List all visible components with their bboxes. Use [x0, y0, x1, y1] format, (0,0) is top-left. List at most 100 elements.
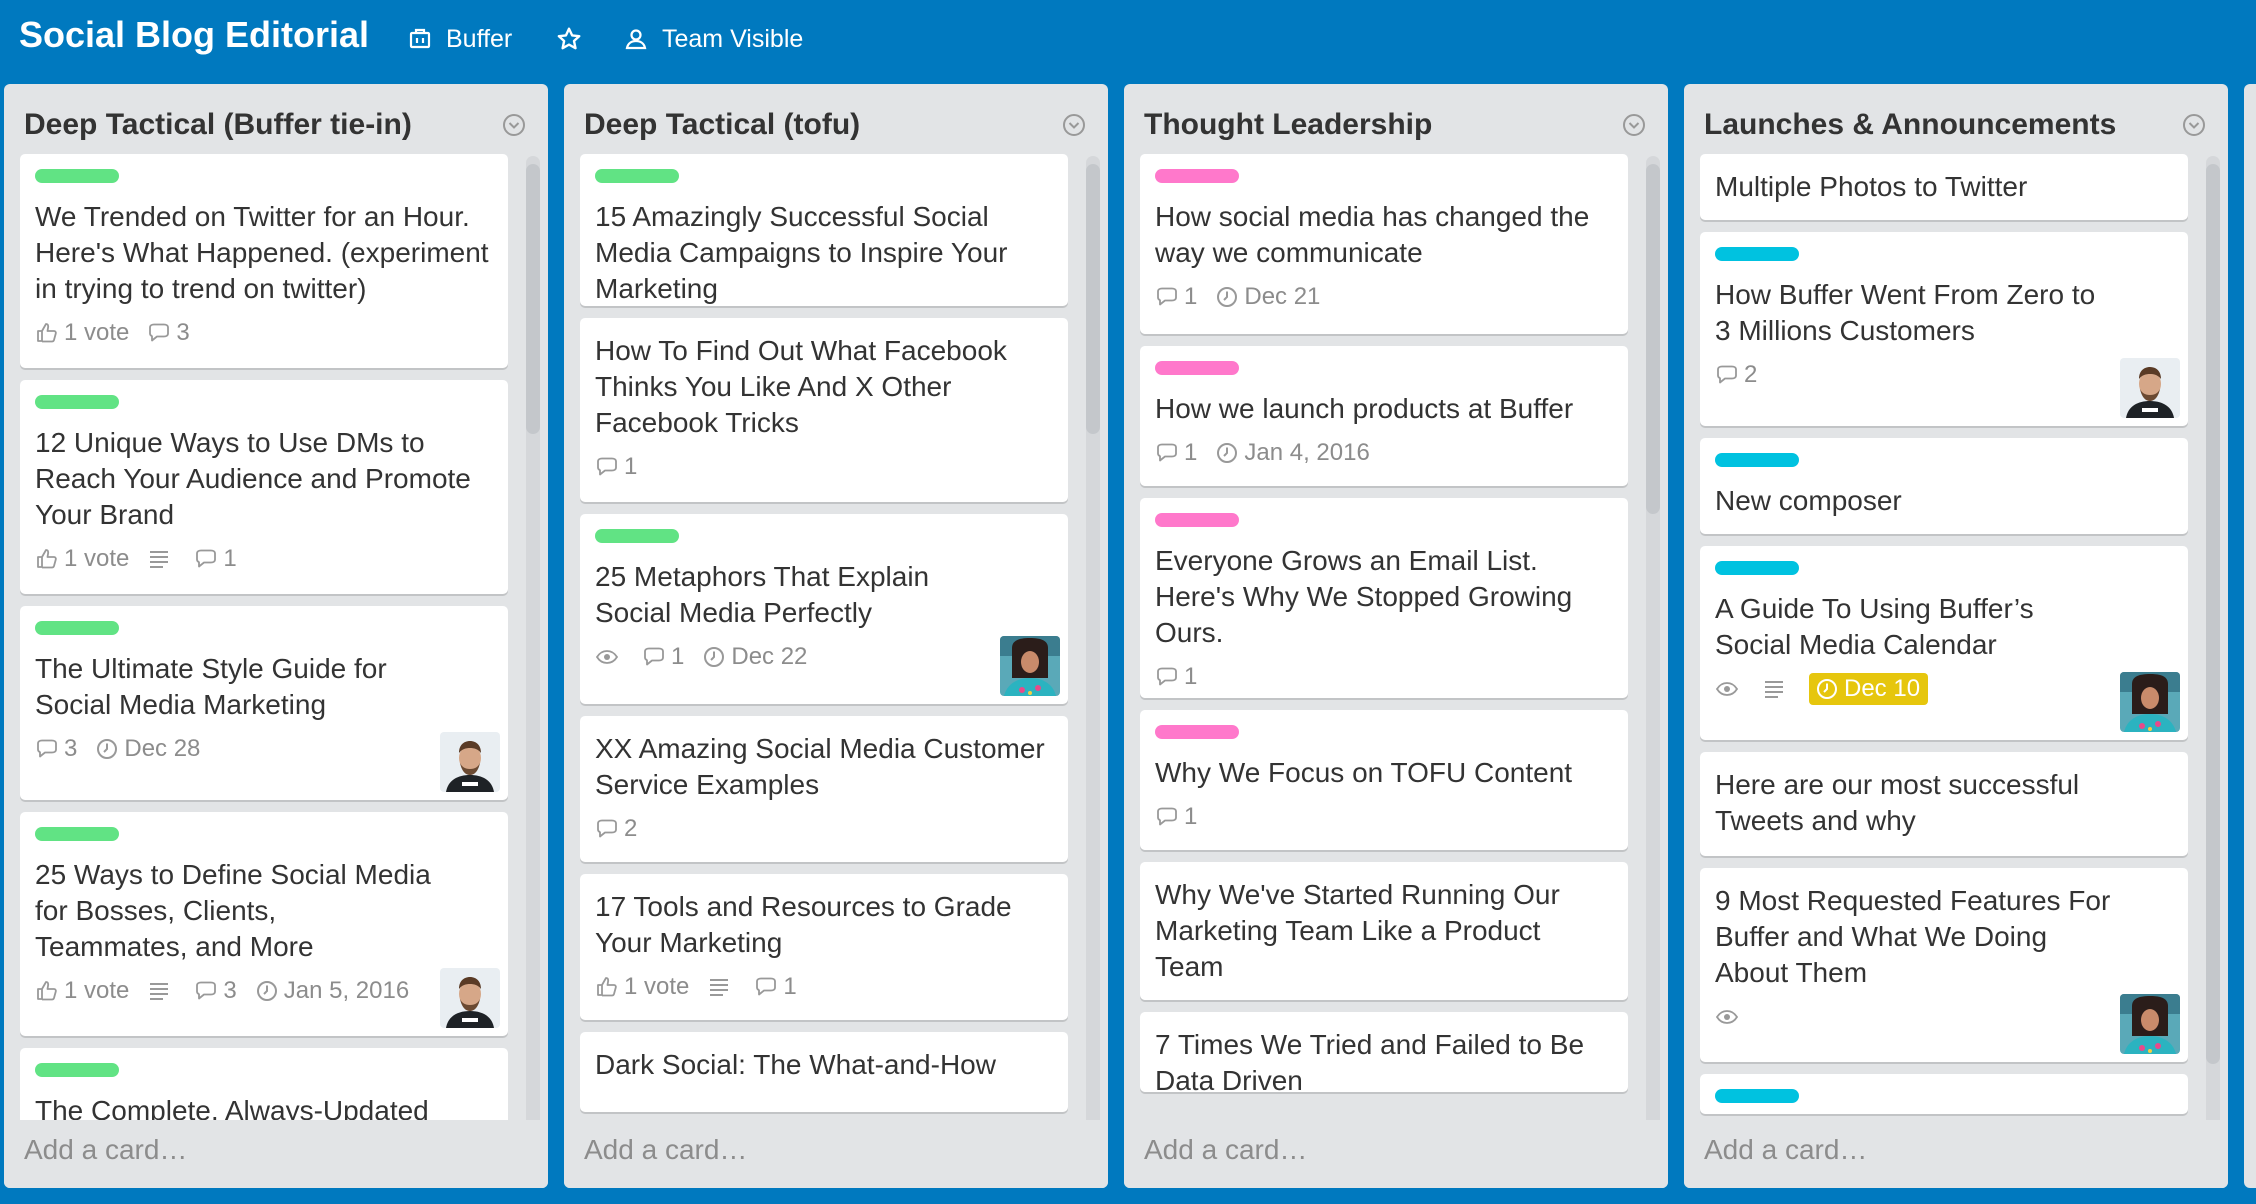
due-date-badge: Dec 28 — [95, 735, 200, 763]
card-label-blue — [1715, 561, 1799, 575]
list-menu-button[interactable] — [2182, 113, 2206, 137]
add-card-button[interactable]: Add a card… — [584, 1134, 747, 1166]
card[interactable]: How To Find Out What Facebook Thinks You… — [580, 318, 1068, 502]
list-menu-button[interactable] — [1622, 113, 1646, 137]
visibility-button[interactable]: Team Visible — [624, 22, 803, 56]
description-badge — [147, 979, 176, 1003]
add-card-button[interactable]: Add a card… — [1704, 1134, 1867, 1166]
scrollbar-thumb[interactable] — [1646, 164, 1660, 514]
card[interactable]: 25 Metaphors That Explain Social Media P… — [580, 514, 1068, 704]
list-menu-button[interactable] — [1062, 113, 1086, 137]
card[interactable]: Why We Focus on TOFU Content 1 — [1140, 710, 1628, 850]
card-title: 12 Unique Ways to Use DMs to Reach Your … — [35, 427, 471, 530]
comment-icon — [1157, 287, 1177, 306]
card[interactable]: Why We've Started Running Our Marketing … — [1140, 862, 1628, 1000]
card-label-blue — [1715, 247, 1799, 261]
card[interactable]: 7 Times We Tried and Failed to Be Data D… — [1140, 1012, 1628, 1096]
card-badges: 1 — [1155, 801, 1613, 833]
comment-icon — [37, 739, 57, 758]
description-icon — [1765, 681, 1783, 698]
list-title[interactable]: Thought Leadership — [1144, 100, 1648, 150]
scrollbar-thumb[interactable] — [526, 164, 540, 434]
card[interactable]: 12 Unique Ways to Use DMs to Reach Your … — [20, 380, 508, 594]
card[interactable]: XX Amazing Social Media Customer Service… — [580, 716, 1068, 862]
card-label-pink — [1155, 513, 1239, 527]
description-badge — [147, 547, 176, 571]
card-badges: 1 vote 3 Jan 5, 2016 — [35, 975, 493, 1007]
comment-icon — [644, 647, 664, 666]
team-icon — [409, 28, 431, 49]
due-date: Jan 5, 2016 — [283, 977, 410, 1004]
avatar-woman[interactable] — [2120, 994, 2180, 1054]
card[interactable]: The Ultimate Style Guide for Social Medi… — [20, 606, 508, 800]
list-scrollbar[interactable] — [1646, 156, 1660, 1188]
card-list: Multiple Photos to Twitter How Buffer Wen… — [1700, 154, 2192, 1188]
card-label-blue — [1715, 453, 1799, 467]
card[interactable]: We Trended on Twitter for an Hour. Here'… — [20, 154, 508, 368]
card-title: 7 Times We Tried and Failed to Be Data D… — [1155, 1029, 1585, 1096]
card-title: Dark Social: The What-and-How — [595, 1049, 996, 1080]
avatar-woman[interactable] — [2120, 672, 2180, 732]
card[interactable]: How we launch products at Buffer 1 Jan 4, … — [1140, 346, 1628, 486]
card-label-pink — [1155, 169, 1239, 183]
card[interactable]: The Complete, Always-Updated — [20, 1048, 508, 1128]
chevron-down-icon — [2183, 114, 2205, 136]
card[interactable]: 9 Most Requested Features For Buffer and… — [1700, 868, 2188, 1062]
card-title: We Trended on Twitter for an Hour. Here'… — [35, 201, 489, 304]
card-list: 15 Amazingly Successful Social Media Cam… — [580, 154, 1072, 1188]
list-menu-button[interactable] — [502, 113, 526, 137]
board-title[interactable]: Social Blog Editorial — [19, 14, 369, 56]
card-label-blue — [1715, 1089, 1799, 1103]
list-title[interactable]: Deep Tactical (Buffer tie-in) — [24, 100, 528, 150]
card-title: How Buffer Went From Zero to 3 Millions … — [1715, 279, 2096, 346]
list-title[interactable]: Deep Tactical (tofu) — [584, 100, 1088, 150]
card[interactable]: 17 Tools and Resources to Grade Your Mar… — [580, 874, 1068, 1020]
comments-count: 1 — [624, 453, 638, 480]
avatar-man[interactable] — [440, 968, 500, 1028]
list-title[interactable]: Launches & Announcements — [1704, 100, 2208, 150]
card-title: 15 Amazingly Successful Social Media Cam… — [595, 201, 1008, 304]
card[interactable]: Dark Social: The What-and-How — [580, 1032, 1068, 1112]
star-icon — [557, 27, 581, 50]
card[interactable]: 25 Ways to Define Social Media for Bosse… — [20, 812, 508, 1036]
due-date-badge: Jan 4, 2016 — [1215, 439, 1370, 467]
due-date: Dec 10 — [1844, 675, 1921, 702]
card-badges: 1 Dec 21 — [1155, 281, 1613, 313]
card-title: How social media has changed the way we … — [1155, 201, 1590, 268]
star-button[interactable] — [556, 22, 596, 56]
comments-count: 1 — [1184, 803, 1198, 830]
chevron-down-icon — [1623, 114, 1645, 136]
card-badges — [1715, 1001, 2173, 1033]
list-scrollbar[interactable] — [2206, 156, 2220, 1188]
avatar-man[interactable] — [2120, 358, 2180, 418]
card[interactable]: How Buffer Went From Zero to 3 Millions … — [1700, 232, 2188, 426]
card[interactable]: 15 Amazingly Successful Social Media Cam… — [580, 154, 1068, 306]
list-scrollbar[interactable] — [526, 156, 540, 1188]
list-scrollbar[interactable] — [1086, 156, 1100, 1188]
card-title: How To Find Out What Facebook Thinks You… — [595, 335, 1007, 438]
add-card-button[interactable]: Add a card… — [1144, 1134, 1307, 1166]
card[interactable]: Multiple Photos to Twitter — [1700, 154, 2188, 220]
avatar-woman[interactable] — [1000, 636, 1060, 696]
card-title: 17 Tools and Resources to Grade Your Mar… — [595, 891, 1012, 958]
comments-badge: 2 — [1715, 361, 1757, 389]
comments-badge: 1 — [194, 545, 237, 573]
avatar-man[interactable] — [440, 732, 500, 792]
card-badges: 2 — [595, 813, 1053, 845]
card-title: A Guide To Using Buffer’s Social Media C… — [1715, 593, 2034, 660]
card[interactable]: How social media has changed the way we … — [1140, 154, 1628, 334]
card[interactable]: New composer — [1700, 438, 2188, 534]
scrollbar-thumb[interactable] — [1086, 164, 1100, 434]
description-badge — [1762, 677, 1791, 701]
card[interactable]: Everyone Grows an Email List. Here's Why… — [1140, 498, 1628, 698]
add-card-button[interactable]: Add a card… — [24, 1134, 187, 1166]
card[interactable]: A Guide To Using Buffer’s Social Media C… — [1700, 546, 2188, 740]
card[interactable]: Here are our most successful Tweets and … — [1700, 752, 2188, 856]
card[interactable] — [1700, 1074, 2188, 1114]
list-footer: Add a card… — [1684, 1120, 2228, 1188]
card-title: Why We've Started Running Our Marketing … — [1155, 879, 1560, 982]
team-button[interactable]: Buffer — [408, 22, 512, 56]
card-label-green — [35, 169, 119, 183]
scrollbar-thumb[interactable] — [2206, 164, 2220, 1064]
comments-badge: 1 — [754, 973, 797, 1001]
